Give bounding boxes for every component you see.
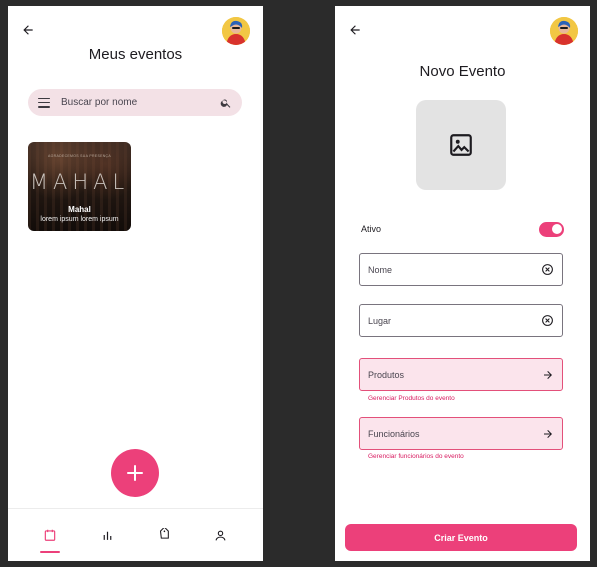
back-button[interactable] [20, 22, 36, 38]
nav-item-reports[interactable] [87, 515, 127, 555]
page-title: Novo Evento [419, 63, 506, 80]
name-field[interactable] [359, 253, 563, 286]
add-event-button[interactable] [111, 449, 159, 497]
tag-icon [159, 528, 169, 539]
search-input[interactable] [61, 97, 220, 108]
event-logo: MAHAL [29, 170, 130, 194]
plus-icon [127, 465, 143, 481]
event-image-picker[interactable] [416, 100, 506, 190]
calendar-icon [45, 529, 56, 541]
employees-helper-text: Gerenciar funcionários do evento [368, 453, 464, 460]
toggle-knob [551, 224, 562, 234]
person-icon [215, 530, 226, 540]
active-toggle-row: Ativo [361, 221, 564, 237]
name-input[interactable] [368, 264, 541, 275]
event-description: lorem ipsum lorem ipsum [40, 216, 119, 223]
arrow-forward-icon [544, 370, 552, 379]
new-event-screen: Novo Evento Ativo Produtos Gerenciar Pro… [335, 6, 590, 561]
nav-item-products[interactable] [144, 515, 184, 555]
event-name: Mahal [68, 205, 91, 214]
avatar[interactable] [222, 17, 250, 45]
search-bar[interactable] [28, 89, 242, 116]
image-icon [450, 134, 472, 156]
avatar[interactable] [550, 17, 578, 45]
place-field[interactable] [359, 304, 563, 337]
employees-link-label: Funcionários [368, 428, 420, 439]
event-card-caption: AGRADECEMOS SUA PRESENÇA [47, 154, 112, 158]
bar-chart-icon [103, 531, 111, 540]
bottom-navigation [8, 508, 263, 561]
event-card[interactable]: AGRADECEMOS SUA PRESENÇA MAHAL Mahal lor… [28, 142, 131, 231]
create-event-button[interactable]: Criar Evento [345, 524, 577, 551]
arrow-back-icon [23, 25, 33, 35]
products-helper-text: Gerenciar Produtos do evento [368, 395, 455, 402]
events-list-screen: Meus eventos AGRADECEMOS SUA PRESENÇA MA… [8, 6, 263, 561]
employees-link[interactable]: Funcionários [359, 417, 563, 450]
active-toggle[interactable] [539, 221, 564, 237]
search-icon[interactable] [220, 97, 232, 109]
products-link[interactable]: Produtos [359, 358, 563, 391]
clear-icon[interactable] [541, 314, 554, 327]
active-toggle-label: Ativo [361, 224, 382, 234]
arrow-back-icon [350, 25, 360, 35]
nav-item-profile[interactable] [201, 515, 241, 555]
clear-icon[interactable] [541, 263, 554, 276]
page-title: Meus eventos [88, 46, 183, 63]
arrow-forward-icon [544, 429, 552, 438]
place-input[interactable] [368, 315, 541, 326]
menu-icon[interactable] [38, 97, 50, 108]
nav-item-events[interactable] [30, 515, 70, 555]
back-button[interactable] [347, 22, 363, 38]
products-link-label: Produtos [368, 369, 405, 380]
